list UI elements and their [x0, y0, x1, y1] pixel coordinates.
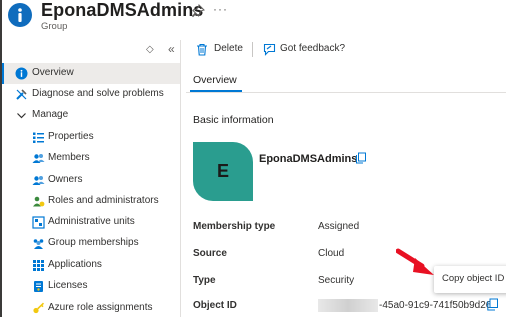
copy-tooltip: Copy object ID to [434, 266, 506, 293]
licenses-icon [34, 281, 43, 292]
copy-name-icon[interactable] [355, 152, 367, 164]
group-avatar: E [193, 142, 253, 201]
source-label: Source [193, 248, 227, 259]
annotation-arrow-icon [396, 248, 434, 275]
sidebar-item-label: Applications [48, 259, 102, 270]
feedback-label: Got feedback? [280, 43, 346, 54]
expand-icon[interactable]: ◇ [146, 44, 154, 55]
membership-type-value: Assigned [318, 221, 360, 232]
properties-icon [33, 132, 44, 143]
feedback-icon [263, 43, 276, 56]
feedback-button[interactable]: Got feedback? [263, 42, 346, 58]
tab-divider [186, 92, 506, 93]
sidebar-group-manage[interactable]: Manage [2, 105, 180, 126]
object-id-label: Object ID [193, 300, 237, 311]
admin-units-icon [32, 216, 45, 229]
group-memberships-icon [33, 239, 44, 249]
chevron-down-icon [17, 113, 26, 119]
sidebar-item-label: Manage [32, 109, 69, 120]
type-value: Security [318, 275, 355, 286]
sidebar-item-group-memberships[interactable]: Group memberships [2, 233, 180, 254]
avatar-letter: E [216, 161, 229, 181]
pin-icon[interactable] [191, 4, 205, 18]
sidebar-item-roles[interactable]: Roles and administrators [2, 191, 180, 212]
toolbar-separator [252, 42, 253, 57]
sidebar-item-label: Properties [48, 131, 94, 142]
sidebar: ◇ « Overview Diagnose and solve problems… [2, 40, 180, 317]
sidebar-item-label: Licenses [48, 280, 88, 291]
info-icon [8, 3, 32, 27]
tab-overview[interactable]: Overview [193, 74, 237, 86]
group-name: EponaDMSAdmins [259, 153, 358, 165]
sidebar-item-label: Azure role assignments [48, 302, 153, 313]
delete-button[interactable]: Delete [196, 42, 246, 58]
copy-object-id-icon[interactable] [486, 298, 499, 311]
tooltip-text: Copy object ID to [442, 273, 506, 284]
trash-icon [197, 43, 207, 56]
source-value: Cloud [318, 248, 345, 259]
section-title: Basic information [193, 114, 274, 126]
page-title: EponaDMSAdmins [41, 0, 204, 20]
sidebar-divider [180, 40, 181, 317]
sidebar-item-label: Group memberships [48, 237, 139, 248]
sidebar-item-azure-role-assignments[interactable]: Azure role assignments [2, 298, 180, 317]
key-icon [33, 302, 45, 314]
page-header: EponaDMSAdmins Group ··· [0, 0, 506, 38]
collapse-sidebar-icon[interactable]: « [168, 42, 175, 56]
more-icon[interactable]: ··· [213, 2, 228, 16]
sidebar-item-overview[interactable]: Overview [2, 63, 180, 84]
owners-icon [32, 176, 45, 185]
info-icon [15, 67, 28, 80]
sidebar-item-label: Diagnose and solve problems [32, 88, 164, 99]
object-id-value: -45a0-91c9-741f50b9d265 [379, 300, 497, 311]
page-subtitle: Group [41, 21, 68, 32]
sidebar-item-licenses[interactable]: Licenses [2, 276, 180, 297]
sidebar-item-applications[interactable]: Applications [2, 255, 180, 276]
sidebar-item-label: Roles and administrators [48, 195, 159, 206]
type-label: Type [193, 275, 216, 286]
sidebar-item-label: Administrative units [48, 216, 135, 227]
applications-icon [33, 260, 44, 271]
delete-label: Delete [214, 43, 243, 54]
sidebar-item-label: Owners [48, 174, 83, 185]
members-icon [32, 154, 45, 163]
membership-type-label: Membership type [193, 221, 276, 232]
sidebar-item-properties[interactable]: Properties [2, 127, 180, 148]
command-bar: Delete Got feedback? [186, 38, 506, 60]
sidebar-item-owners[interactable]: Owners [2, 170, 180, 191]
sidebar-item-label: Members [48, 152, 90, 163]
sidebar-item-diagnose[interactable]: Diagnose and solve problems [2, 84, 180, 105]
roles-icon [33, 196, 45, 207]
redacted-block [318, 299, 378, 312]
sidebar-item-administrative-units[interactable]: Administrative units [2, 212, 180, 233]
sidebar-item-label: Overview [32, 67, 74, 78]
sidebar-item-members[interactable]: Members [2, 148, 180, 169]
wrench-icon [16, 89, 27, 100]
